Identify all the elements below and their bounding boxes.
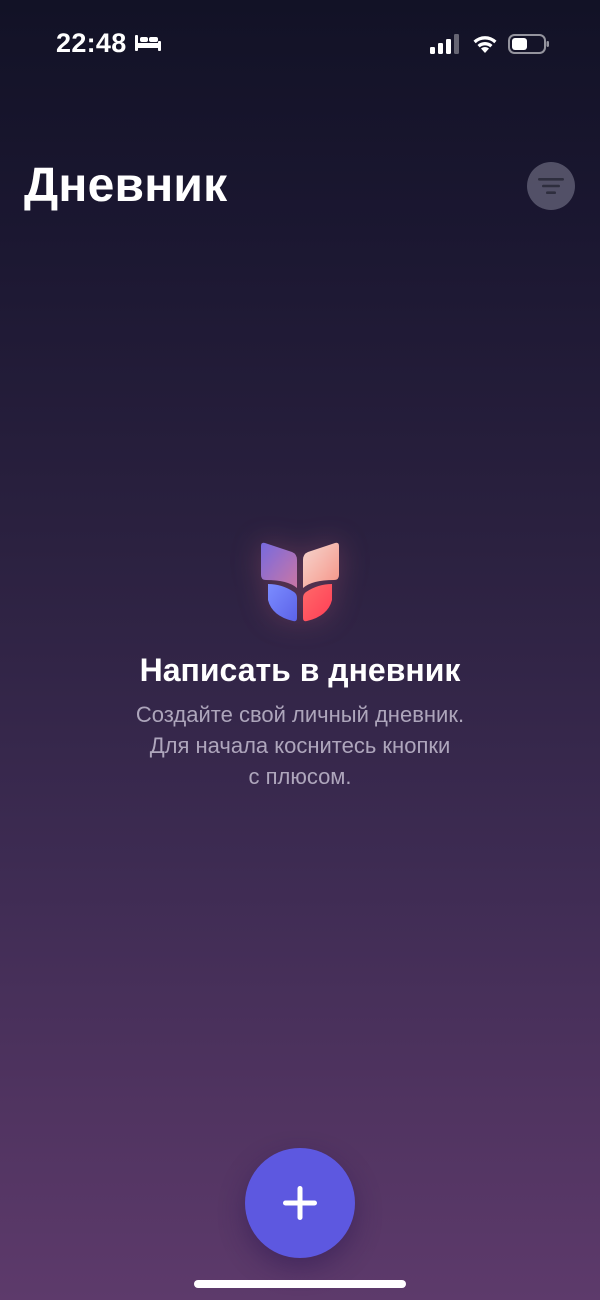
filter-button[interactable] (527, 162, 575, 210)
filter-icon (538, 178, 564, 194)
empty-state-line: Создайте свой личный дневник. (135, 702, 465, 727)
status-time: 22:48 (56, 28, 127, 58)
empty-state-line: Для начала коснитесь кнопки (149, 733, 451, 758)
empty-state-description: Создайте свой личный дневник. Для начала… (0, 699, 600, 792)
bed-icon (135, 35, 161, 51)
status-bar: 22:48 (0, 0, 600, 90)
wifi-icon (473, 36, 497, 53)
empty-state-title: Написать в дневник (139, 652, 461, 688)
page-title: Дневник (24, 159, 228, 212)
journal-butterfly-icon (261, 542, 339, 622)
empty-state-line: с плюсом. (248, 764, 352, 789)
cellular-signal-icon (430, 34, 459, 54)
home-indicator[interactable] (194, 1280, 406, 1288)
plus-icon (283, 1186, 317, 1220)
add-entry-button[interactable] (245, 1148, 355, 1258)
empty-state: Написать в дневник Создайте свой личный … (0, 540, 600, 792)
battery-icon (508, 34, 549, 54)
